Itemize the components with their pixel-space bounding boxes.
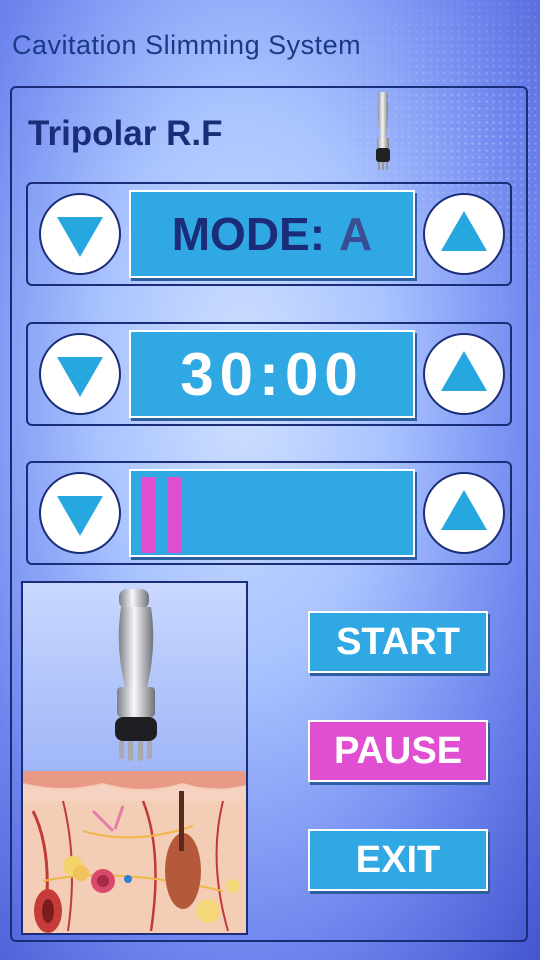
mode-value: A: [339, 208, 373, 260]
timer-decrease-button[interactable]: [39, 333, 121, 415]
intensity-level-segment: [167, 477, 181, 553]
intensity-row: [26, 461, 512, 565]
mode-label: MODE:: [171, 208, 326, 260]
intensity-level-segment: [141, 477, 155, 553]
triangle-down-icon: [57, 217, 103, 257]
pause-button[interactable]: PAUSE: [308, 720, 488, 782]
mode-row: MODE: A: [26, 182, 512, 286]
timer-display: 30:00: [129, 330, 415, 418]
rf-handpiece-image: [115, 589, 157, 761]
treatment-illustration: [21, 581, 248, 935]
intensity-decrease-button[interactable]: [39, 472, 121, 554]
triangle-down-icon: [57, 357, 103, 397]
triangle-up-icon: [441, 490, 487, 530]
triangle-down-icon: [57, 496, 103, 536]
skin-cross-section-image: [23, 771, 246, 933]
mode-increase-button[interactable]: [423, 193, 505, 275]
timer-row: 30:00: [26, 322, 512, 426]
timer-increase-button[interactable]: [423, 333, 505, 415]
section-title: Tripolar R.F: [28, 114, 223, 153]
app-title: Cavitation Slimming System: [12, 30, 362, 60]
triangle-up-icon: [441, 211, 487, 251]
mode-display: MODE: A: [129, 190, 415, 278]
intensity-increase-button[interactable]: [423, 472, 505, 554]
triangle-up-icon: [441, 351, 487, 391]
timer-value: 30:00: [180, 340, 364, 408]
mode-decrease-button[interactable]: [39, 193, 121, 275]
start-button[interactable]: START: [308, 611, 488, 673]
intensity-level-bar: [129, 469, 415, 557]
handpiece-thumbnail-icon: [376, 92, 390, 170]
exit-button[interactable]: EXIT: [308, 829, 488, 891]
